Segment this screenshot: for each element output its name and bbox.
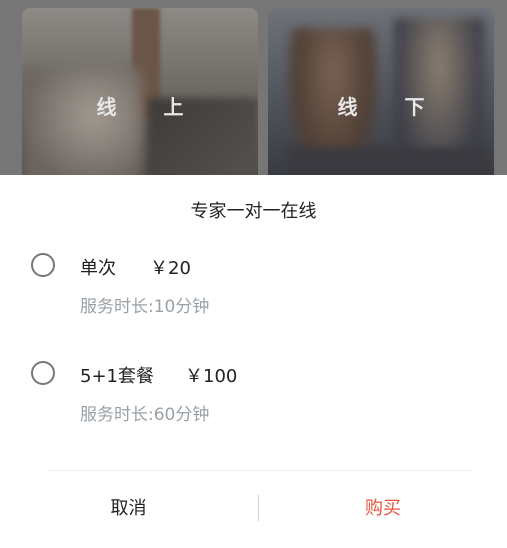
option-price: ￥20 [150,258,191,279]
purchase-dialog: 专家一对一在线 单次 ￥20 服务时长:10分钟 5+1套餐 ￥100 服务时长… [0,175,507,548]
option-duration: 服务时长:60分钟 [80,405,210,425]
radio-button[interactable] [31,361,55,385]
option-duration: 服务时长:10分钟 [80,297,210,317]
online-card-image-part [22,68,142,175]
offline-card-label: 线 下 [337,95,445,119]
background-overlay: 线 上 线 下 [0,0,507,175]
online-card-label: 线 上 [96,95,204,119]
option-name: 单次 [80,258,116,279]
radio-button[interactable] [31,253,55,277]
dialog-title: 专家一对一在线 [190,201,317,222]
buy-button[interactable]: 购买 [259,475,507,543]
option-price: ￥100 [185,366,238,387]
offline-card: 线 下 [268,8,494,175]
online-card: 线 上 [22,8,258,175]
option-package[interactable]: 5+1套餐 ￥100 服务时长:60分钟 [0,353,507,433]
cancel-button[interactable]: 取消 [0,475,257,543]
option-name: 5+1套餐 [80,366,154,387]
option-single[interactable]: 单次 ￥20 服务时长:10分钟 [0,245,507,325]
offline-card-image-part [288,148,488,175]
divider [48,470,472,471]
